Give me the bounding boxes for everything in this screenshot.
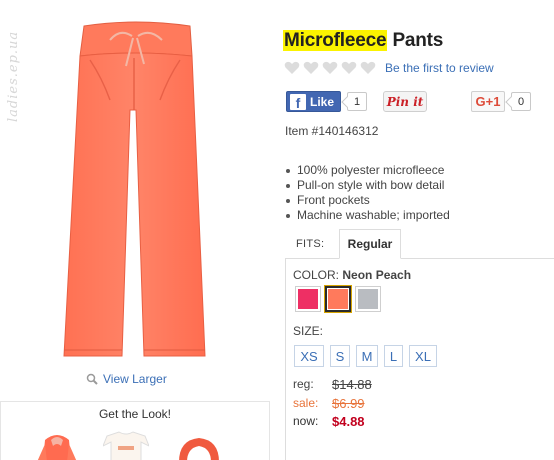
tab-fit-regular[interactable]: Regular [339,229,401,259]
magnifier-icon [86,373,98,385]
feature-item: 100% polyester microfleece [285,163,450,178]
view-larger-label: View Larger [103,372,167,386]
size-option-l[interactable]: L [384,345,403,367]
regular-price-value: $14.88 [332,377,372,392]
facebook-icon: f [290,93,306,110]
rating-hearts[interactable] [284,61,376,75]
sale-price-label: sale: [293,396,319,410]
size-option-xl[interactable]: XL [409,345,437,367]
swatch-fill [358,289,378,309]
heart-icon [341,61,357,74]
now-price-label: now: [293,414,319,428]
color-label-text: COLOR: [293,268,340,282]
tee-thumbnail[interactable] [103,430,149,460]
google-plus-widget[interactable]: G+1 0 [471,91,531,112]
heart-icon [360,61,376,74]
product-image[interactable] [50,18,220,364]
fits-label: FITS: [296,238,325,250]
get-the-look-panel: Get the Look! [0,401,270,460]
feature-item: Machine washable; imported [285,208,450,223]
color-swatch-pink[interactable] [295,286,321,312]
hoodie-thumbnail[interactable] [37,430,77,460]
color-swatch-neon-peach[interactable] [324,285,352,313]
sale-price-value: $6.99 [332,396,365,411]
pinterest-pin-button[interactable]: Pin it [383,91,427,112]
size-option-s[interactable]: S [330,345,350,367]
swatch-fill [328,289,348,309]
size-option-m[interactable]: M [356,345,378,367]
facebook-like-button[interactable]: f Like [286,91,342,112]
now-price: now: $4.88 [293,414,365,429]
pinterest-label: Pin it [386,94,424,109]
product-title: Microfleece Pants [283,30,443,52]
size-label: SIZE: [293,324,324,338]
facebook-like-count: 1 [347,92,368,111]
view-larger-link[interactable]: View Larger [86,372,167,386]
title-rest: Pants [387,30,444,51]
feature-item: Front pockets [285,193,450,208]
regular-price: reg: $14.88 [293,377,372,392]
color-label: COLOR: Neon Peach [293,268,411,282]
google-plus-button[interactable]: G+1 [471,91,505,112]
facebook-like-widget[interactable]: f Like 1 [286,91,368,112]
item-number: Item #140146312 [285,124,379,138]
heart-icon [284,61,300,74]
selected-color-name: Neon Peach [342,268,412,282]
feature-list: 100% polyester microfleece Pull-on style… [285,163,450,223]
regular-price-label: reg: [293,377,314,391]
get-the-look-title: Get the Look! [98,407,172,421]
size-option-xs[interactable]: XS [294,345,324,367]
sale-price: sale: $6.99 [293,396,365,411]
color-swatch-gray[interactable] [355,286,381,312]
title-highlight: Microfleece [283,30,388,51]
now-price-value: $4.88 [332,414,365,429]
watermark-text: ladies.ep.ua [6,30,21,122]
swatch-fill [298,289,318,309]
scarf-thumbnail[interactable] [175,430,223,460]
google-plus-count: 0 [511,92,531,111]
first-review-link[interactable]: Be the first to review [385,61,494,75]
heart-icon [303,61,319,74]
pants-image [63,21,206,357]
feature-item: Pull-on style with bow detail [285,178,450,193]
heart-icon [322,61,338,74]
facebook-like-label: Like [310,94,335,109]
